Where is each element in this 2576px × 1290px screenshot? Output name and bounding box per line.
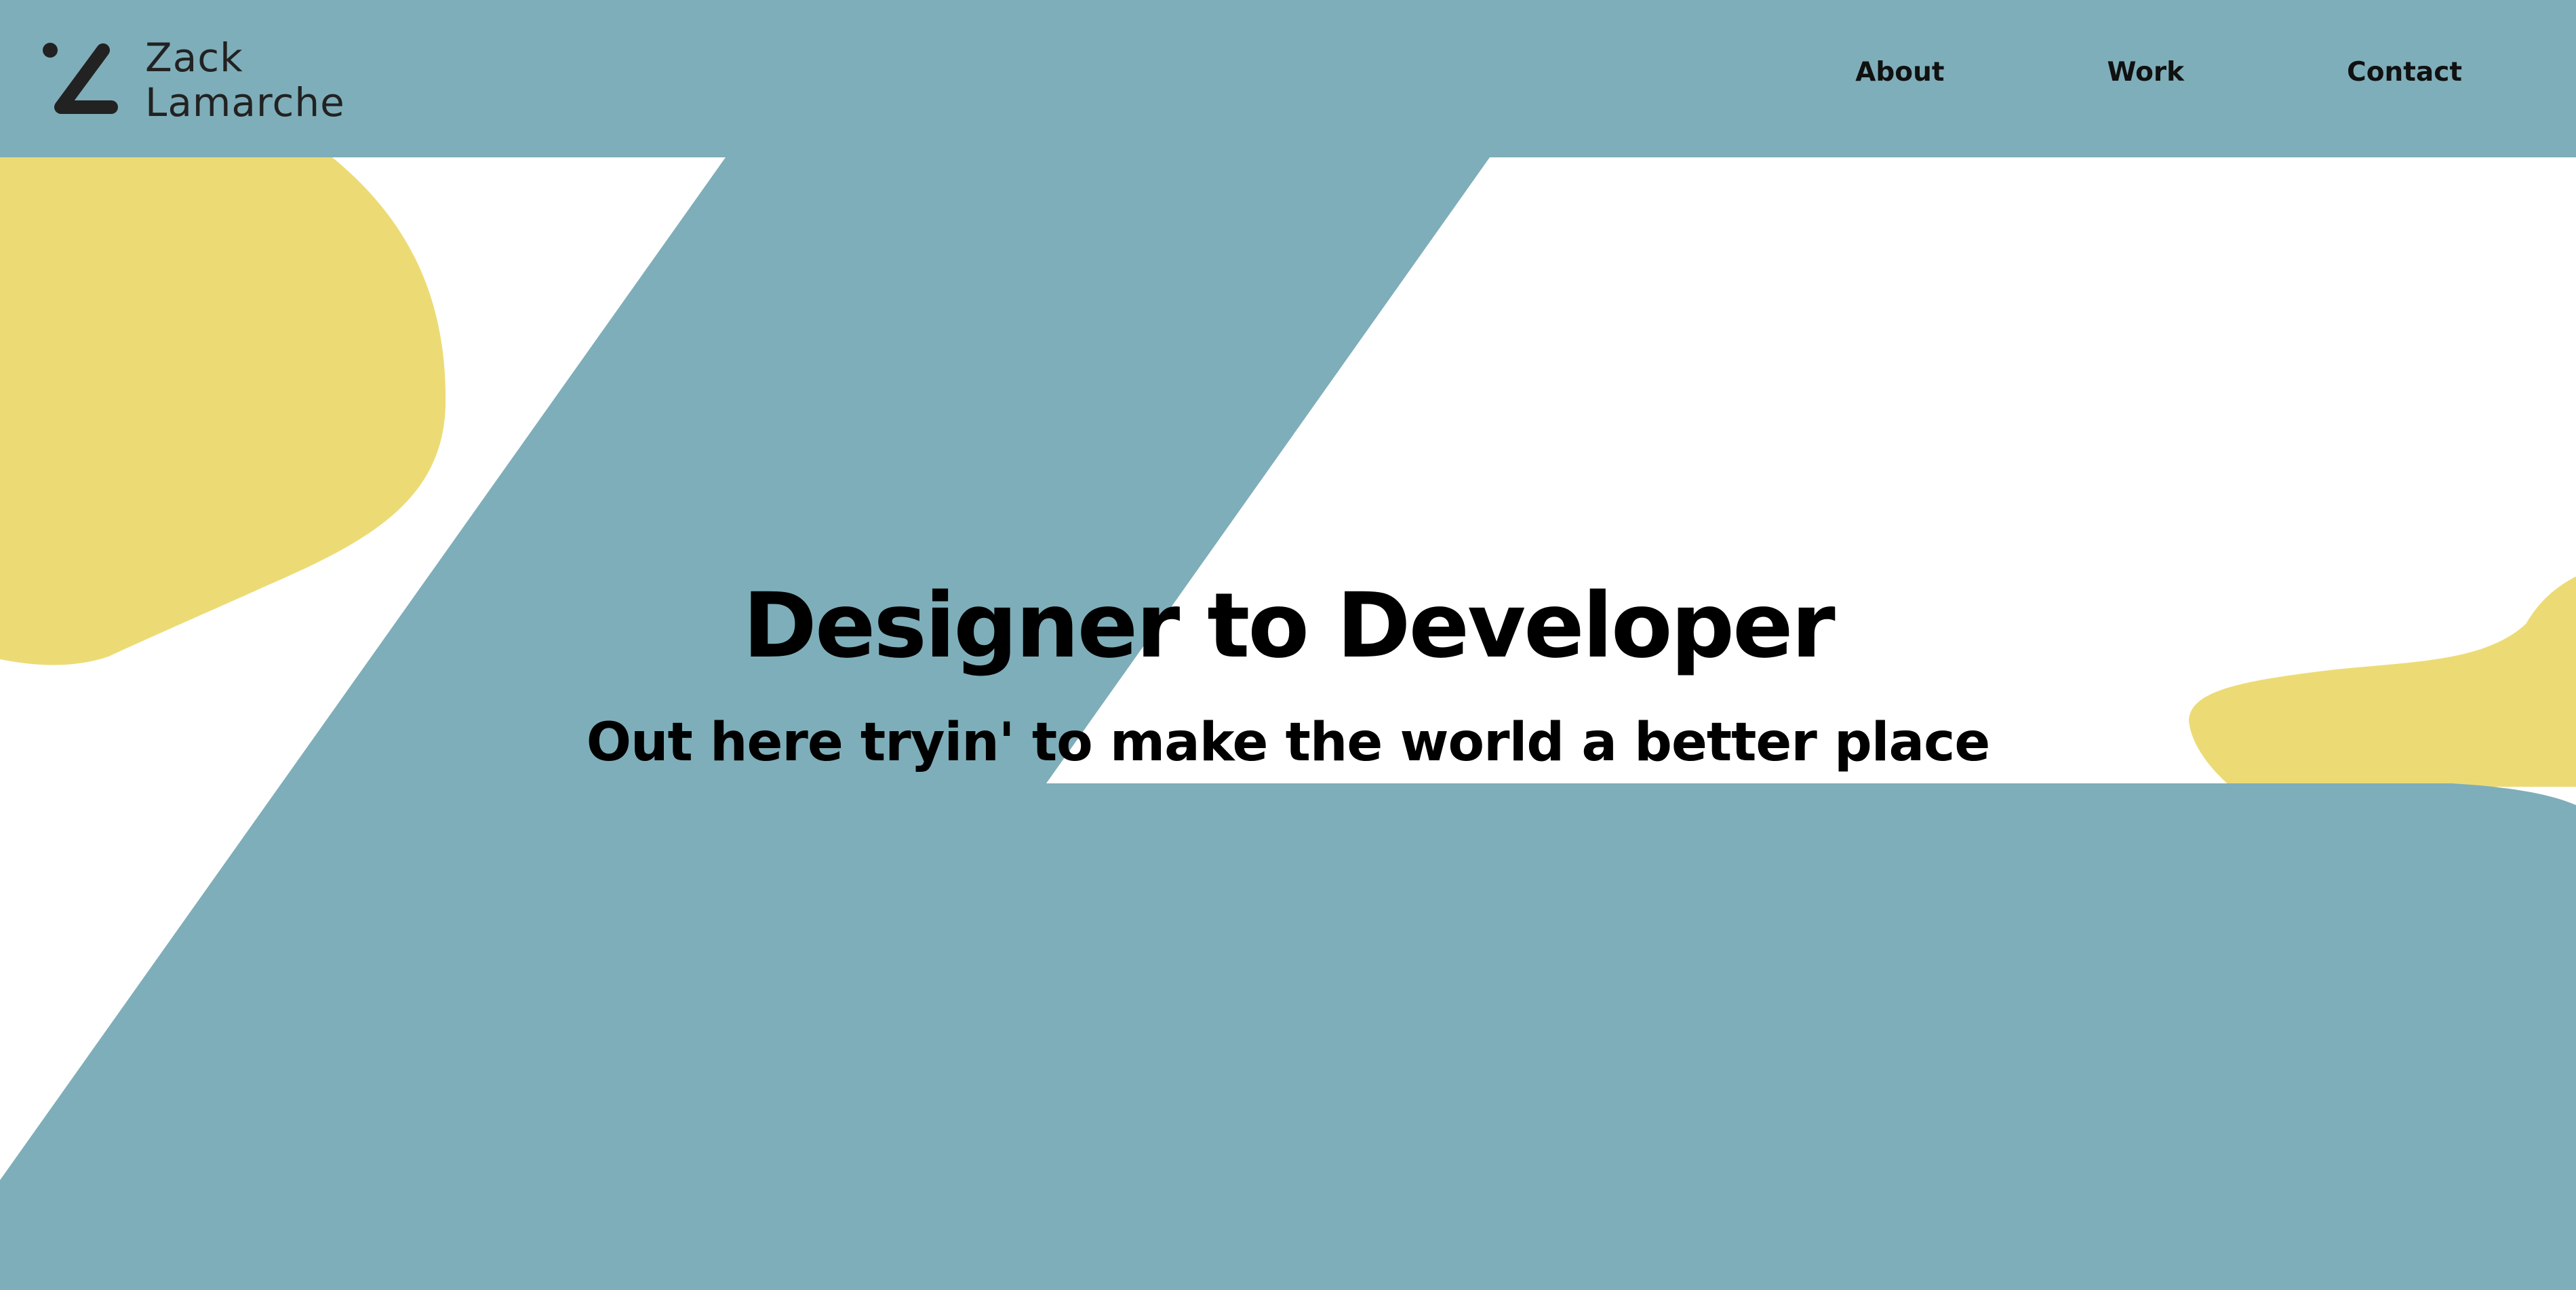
zl-monogram-icon xyxy=(43,43,118,114)
nav-work-link[interactable]: Work xyxy=(2107,57,2185,87)
hero-title: Designer to Developer xyxy=(742,574,1835,678)
main-nav: About Work Contact xyxy=(1855,57,2462,87)
brand-name: Zack Lamarche xyxy=(145,35,345,125)
brand-home-link[interactable]: Zack Lamarche xyxy=(41,33,345,128)
page: Zack Lamarche About Work Contact Designe… xyxy=(0,0,2576,1290)
site-header: Zack Lamarche About Work Contact xyxy=(0,0,2576,157)
brand-name-first: Zack xyxy=(145,35,243,81)
nav-about-link[interactable]: About xyxy=(1855,57,1944,87)
hero-subtitle: Out here tryin' to make the world a bett… xyxy=(586,712,1991,773)
brand-name-last: Lamarche xyxy=(145,79,345,125)
nav-contact-link[interactable]: Contact xyxy=(2347,57,2462,87)
